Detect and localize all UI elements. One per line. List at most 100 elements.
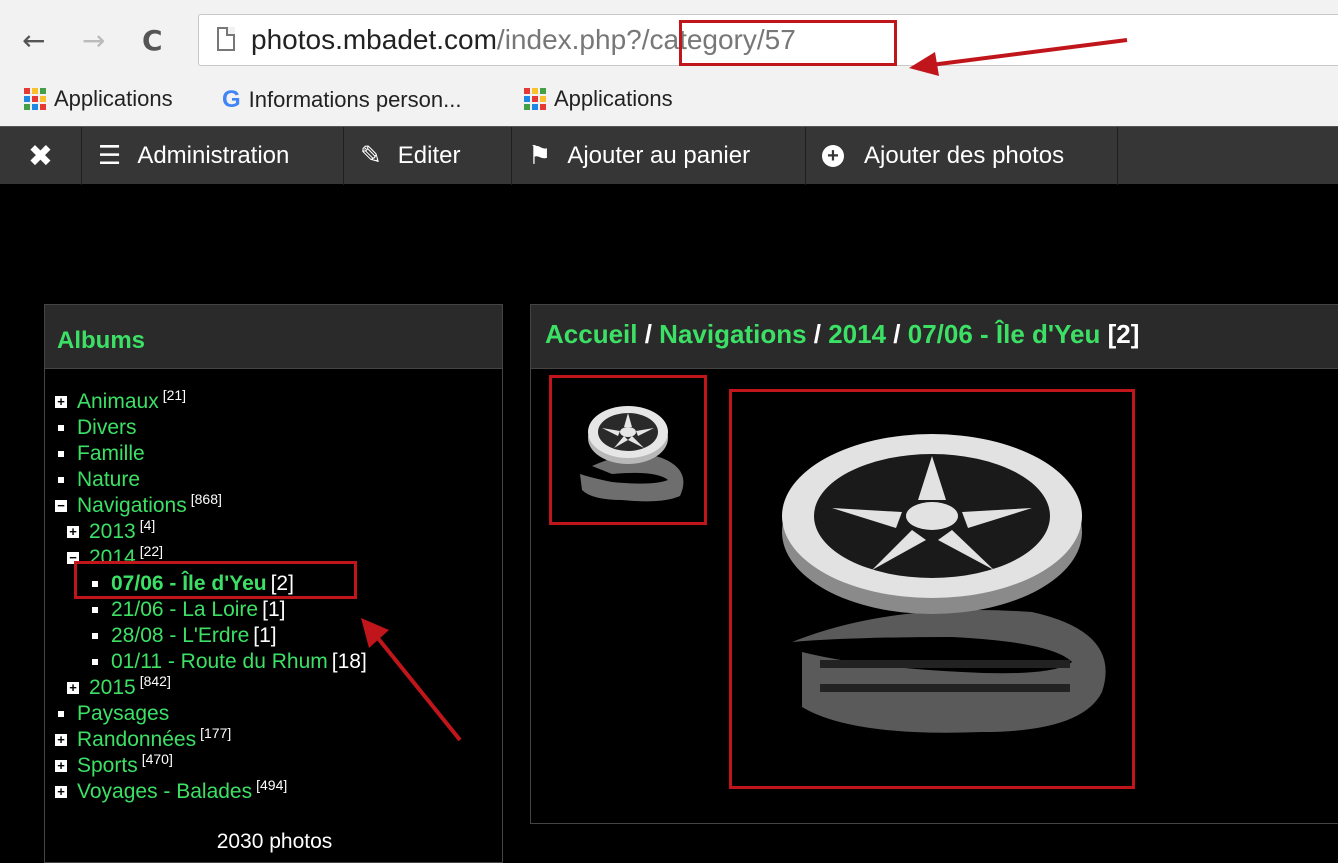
expand-icon[interactable]: + [55,395,67,408]
photo-count: 2030 photos [216,830,333,853]
bookmark-applications[interactable]: Applications [24,86,173,112]
url-path: /index.php [496,24,627,55]
album-item-l-erdre[interactable]: 28/08 - L'Erdre [1] [55,623,367,649]
album-label[interactable]: Paysages [77,701,169,727]
bullet-icon [92,659,98,665]
url-host: photos.mbadet.com [251,24,497,55]
editer-button[interactable]: ✎ Editer [344,127,512,185]
bullet-icon [58,451,64,457]
bullet-icon [58,477,64,483]
flag-icon: ⚑ [528,141,552,171]
album-thumbnail[interactable] [549,375,707,525]
expand-icon[interactable]: + [67,525,79,538]
album-count: [1] [253,624,277,647]
collapse-icon[interactable]: − [55,499,67,512]
film-reel-icon [782,434,1106,733]
breadcrumb-home[interactable]: Accueil [545,319,638,349]
forward-arrow-icon[interactable]: → [82,24,105,57]
ajouter-photos-label: Ajouter des photos [864,142,1065,169]
album-item-animaux[interactable]: + Animaux [21] [55,387,367,415]
breadcrumb-navigations[interactable]: Navigations [659,319,806,349]
expand-icon[interactable]: + [55,759,67,772]
album-label[interactable]: Famille [77,441,145,467]
album-count: [1] [262,598,286,621]
album-item-2015[interactable]: +2015 [842] [55,673,367,701]
plus-circle-icon: + [822,145,844,167]
album-count: [494] [256,777,288,793]
album-label[interactable]: Voyages - Balades [77,779,252,805]
album-item-la-loire[interactable]: 21/06 - La Loire [1] [55,597,367,623]
apps-grid-icon [24,88,46,110]
address-row: ← → C photos.mbadet.com/index.php?/categ… [0,0,1338,80]
film-reel-icon [580,406,684,502]
album-item-randonnees[interactable]: + Randonnées [177] [55,725,367,753]
expand-icon[interactable]: + [55,785,67,798]
album-label[interactable]: Navigations [77,493,187,519]
bullet-icon [58,711,64,717]
breadcrumb-sep: / [886,319,908,349]
album-item-2013[interactable]: +2013 [4] [55,517,367,545]
ajouter-panier-button[interactable]: ⚑ Ajouter au panier [512,127,806,185]
content-panel: Accueil / Navigations / 2014 / 07/06 - Î… [530,304,1338,824]
expand-icon[interactable]: + [67,681,79,694]
bookmark-label: Applications [554,86,673,111]
url-highlight-box [679,20,897,66]
administration-button[interactable]: ☰ Administration [82,127,344,185]
album-label[interactable]: 2013 [89,519,136,545]
bullet-icon [92,607,98,613]
expand-icon[interactable]: + [55,733,67,746]
admin-toolbar: ✖ ☰ Administration ✎ Editer ⚑ Ajouter au… [0,126,1338,185]
bookmark-applications-2[interactable]: Applications [524,86,673,112]
breadcrumb-sep: / [806,319,829,349]
annotation-arrow-icon [909,38,1128,76]
apps-grid-icon [524,88,546,110]
breadcrumb-current[interactable]: 07/06 - Île d'Yeu [908,319,1101,349]
selected-album-highlight-box [74,561,357,599]
album-count: [868] [190,491,222,507]
google-icon: G [222,86,241,113]
album-item-route-du-rhum[interactable]: 01/11 - Route du Rhum [18] [55,649,367,675]
annotation-arrow-icon [361,618,462,742]
browser-chrome: ← → C photos.mbadet.com/index.php?/categ… [0,0,1338,126]
album-item-voyages[interactable]: + Voyages - Balades [494] [55,777,367,805]
album-item-famille[interactable]: Famille [55,441,367,467]
breadcrumb-count: [2] [1107,319,1140,349]
ajouter-panier-label: Ajouter au panier [567,142,751,169]
close-toolbar-button[interactable]: ✖ [0,127,82,185]
bookmarks-bar: Applications G Informations person... Ap… [0,80,1338,124]
breadcrumb-2014[interactable]: 2014 [828,319,886,349]
bookmark-label: Informations person... [248,87,462,112]
album-photo-preview[interactable] [729,389,1135,789]
pencil-icon: ✎ [360,141,382,171]
album-count: [470] [141,751,173,767]
editer-label: Editer [397,142,461,169]
back-arrow-icon[interactable]: ← [22,24,45,57]
album-item-divers[interactable]: Divers [55,415,367,441]
album-item-sports[interactable]: + Sports [470] [55,751,367,779]
album-label[interactable]: Divers [77,415,137,441]
page-icon [217,27,235,51]
bookmark-label: Applications [54,86,173,111]
album-count: [177] [200,725,232,741]
album-label[interactable]: 2015 [89,675,136,701]
album-count: [21] [162,387,187,403]
menu-icon: ☰ [98,141,122,171]
album-count: [4] [139,517,156,533]
albums-title: Albums [45,305,502,369]
album-label[interactable]: Animaux [77,389,159,415]
album-label[interactable]: Nature [77,467,140,493]
album-item-navigations[interactable]: − Navigations [868] [55,491,367,519]
ajouter-photos-button[interactable]: + Ajouter des photos [806,127,1118,185]
breadcrumb-sep: / [637,319,660,349]
album-label[interactable]: 28/08 - L'Erdre [111,623,249,649]
administration-label: Administration [137,142,290,169]
album-label[interactable]: Sports [77,753,138,779]
breadcrumb: Accueil / Navigations / 2014 / 07/06 - Î… [531,305,1338,369]
album-label[interactable]: Randonnées [77,727,196,753]
bookmark-informations[interactable]: G Informations person... [222,86,461,114]
album-label[interactable]: 21/06 - La Loire [111,597,258,623]
album-count: [842] [139,673,171,689]
bullet-icon [92,633,98,639]
reload-icon[interactable]: C [142,24,163,57]
close-icon: ✖ [27,138,54,174]
